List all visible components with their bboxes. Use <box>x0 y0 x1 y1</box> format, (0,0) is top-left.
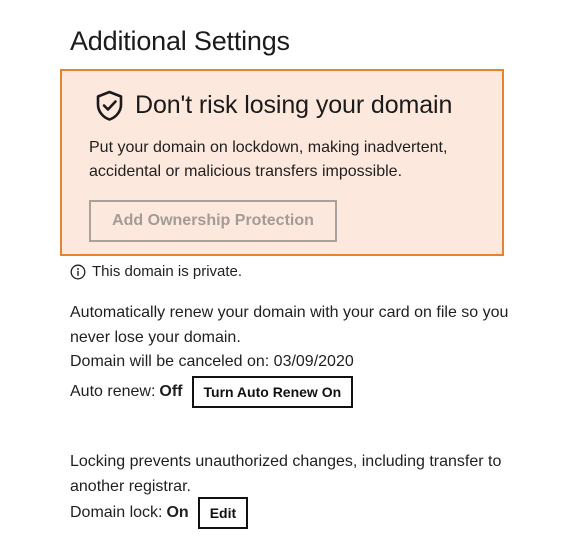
domain-lock-row: Domain lock: On Edit <box>70 497 249 529</box>
promo-heading: Don't risk losing your domain <box>93 89 452 122</box>
domain-lock-description: Locking prevents unauthorized changes, i… <box>70 453 502 495</box>
auto-renew-description: Automatically renew your domain with you… <box>70 304 509 346</box>
promo-description: Put your domain on lockdown, making inad… <box>89 139 448 180</box>
promo-heading-text: Don't risk losing your domain <box>135 91 453 119</box>
turn-auto-renew-on-button[interactable]: Turn Auto Renew On <box>191 376 354 408</box>
add-ownership-protection-button[interactable]: Add Ownership Protection <box>89 200 337 242</box>
page-title: Additional Settings <box>70 26 290 56</box>
privacy-text: This domain is private. <box>92 263 243 280</box>
auto-renew-status: Off <box>159 383 183 400</box>
info-icon <box>70 264 86 280</box>
cancel-date-notice: Domain will be canceled on: 03/09/2020 <box>70 353 354 370</box>
ownership-protection-promo: Don't risk losing your domain Put your d… <box>60 69 504 256</box>
edit-domain-lock-button[interactable]: Edit <box>197 497 249 529</box>
auto-renew-label: Auto renew: <box>70 383 156 400</box>
additional-settings-page: Additional Settings Don't risk losing yo… <box>0 0 577 542</box>
domain-lock-status: On <box>166 504 189 521</box>
privacy-status: This domain is private. <box>70 263 242 280</box>
shield-check-icon <box>93 89 126 122</box>
auto-renew-row: Auto renew: Off Turn Auto Renew On <box>70 376 354 408</box>
domain-lock-label: Domain lock: <box>70 504 163 521</box>
